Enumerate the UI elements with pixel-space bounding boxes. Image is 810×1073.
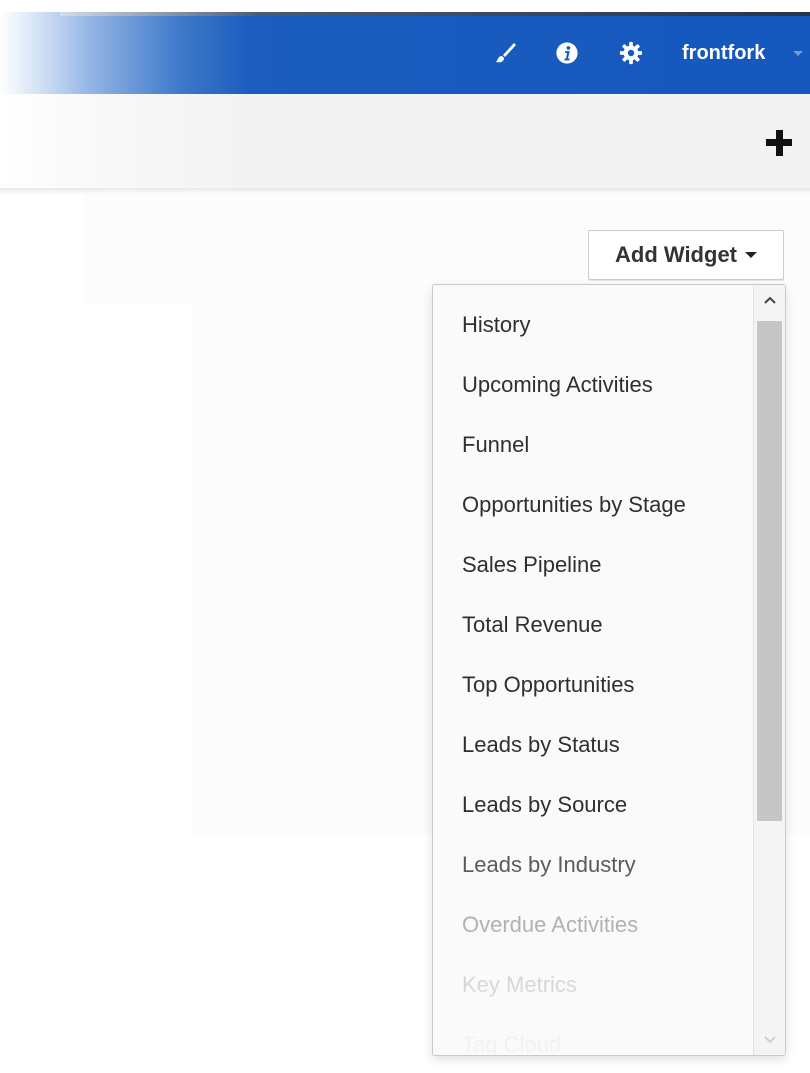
header-top-border: [60, 12, 810, 16]
dropdown-scrollbar[interactable]: [753, 285, 785, 1055]
menu-item-tag-cloud[interactable]: Tag Cloud: [433, 1015, 753, 1055]
menu-item-leads-by-status[interactable]: Leads by Status: [433, 715, 753, 775]
chevron-down-icon[interactable]: [754, 1025, 785, 1055]
top-navigation-bar: frontfork: [0, 0, 810, 94]
menu-item-funnel[interactable]: Funnel: [433, 415, 753, 475]
menu-item-leads-by-source[interactable]: Leads by Source: [433, 775, 753, 835]
menu-item-key-metrics[interactable]: Key Metrics: [433, 955, 753, 1015]
add-widget-label: Add Widget: [615, 242, 737, 267]
menu-item-history[interactable]: History: [433, 295, 753, 355]
menu-item-overdue-activities[interactable]: Overdue Activities: [433, 895, 753, 955]
menu-item-opportunities-by-stage[interactable]: Opportunities by Stage: [433, 475, 753, 535]
menu-item-top-opportunities[interactable]: Top Opportunities: [433, 655, 753, 715]
scrollbar-thumb[interactable]: [757, 321, 782, 821]
menu-item-upcoming-activities[interactable]: Upcoming Activities: [433, 355, 753, 415]
user-menu-name[interactable]: frontfork: [682, 40, 765, 66]
gear-icon[interactable]: [619, 40, 643, 66]
page-toolbar: [0, 94, 810, 196]
menu-item-leads-by-industry[interactable]: Leads by Industry: [433, 835, 753, 895]
menu-item-total-revenue[interactable]: Total Revenue: [433, 595, 753, 655]
menu-item-sales-pipeline[interactable]: Sales Pipeline: [433, 535, 753, 595]
widget-dropdown-menu: History Upcoming Activities Funnel Oppor…: [432, 284, 786, 1056]
add-widget-button[interactable]: Add Widget: [588, 230, 784, 280]
plus-icon[interactable]: [764, 128, 794, 158]
chevron-up-icon[interactable]: [754, 285, 785, 315]
info-icon[interactable]: [555, 40, 579, 66]
caret-down-icon: [745, 252, 757, 258]
paintbrush-icon[interactable]: [493, 40, 517, 66]
widget-list: History Upcoming Activities Funnel Oppor…: [433, 295, 753, 1055]
user-menu-caret-icon[interactable]: [793, 51, 803, 56]
